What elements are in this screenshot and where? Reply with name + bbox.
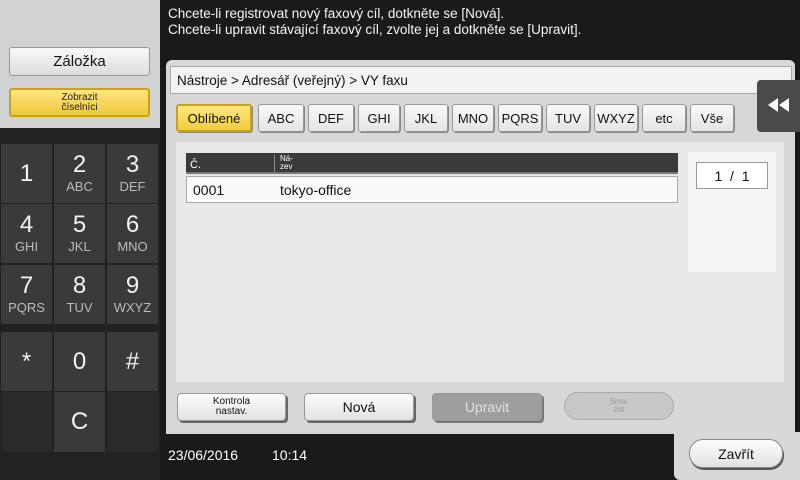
key-digit: 8 [72, 272, 87, 299]
tab-def[interactable]: DEF [308, 104, 354, 132]
row-name: tokyo-office [280, 182, 352, 198]
numeric-keypad: 1 2 ABC 3 DEF 4 GHI 5 JKL 6 MNO 7 PQRS 8 TUV 9 WXYZ * 0 # C [0, 140, 160, 480]
status-time: 10:14 [272, 447, 308, 463]
tab-mno[interactable]: MNO [452, 104, 494, 132]
key-digit: 3 [125, 151, 140, 178]
new-button[interactable]: Nová [304, 393, 414, 421]
key-digit: 1 [19, 159, 34, 187]
edit-button[interactable]: Upravit [432, 393, 542, 421]
instruction-line-2: Chcete-li upravit stávající faxový cíl, … [168, 22, 582, 37]
column-name-header: Ná-zev [280, 154, 293, 171]
key-letters: GHI [14, 239, 39, 254]
show-keypad-button[interactable]: Zobrazit číselníci [9, 88, 150, 117]
tab-abc[interactable]: ABC [258, 104, 304, 132]
key-digit: 0 [72, 347, 87, 375]
bookmark-button[interactable]: Záložka [9, 47, 150, 76]
tab-oblíbené[interactable]: Oblíbené [176, 104, 252, 132]
close-button[interactable]: Zavřít [689, 439, 783, 468]
collapse-panel-button[interactable] [757, 80, 800, 132]
key-digit: 6 [125, 211, 140, 238]
tab-ghi[interactable]: GHI [358, 104, 400, 132]
keypad-key-6[interactable]: 6 MNO [107, 204, 158, 263]
keypad-key-4[interactable]: 4 GHI [1, 204, 52, 263]
key-digit: 7 [19, 272, 34, 299]
keypad-clear-button[interactable]: C [54, 392, 105, 452]
keypad-key-hash[interactable]: # [107, 332, 158, 391]
key-digit: 9 [125, 272, 140, 299]
delete-button[interactable]: Sma-zat [564, 392, 674, 420]
key-digit: 5 [72, 211, 87, 238]
tab-etc[interactable]: etc [642, 104, 686, 132]
key-letters: TUV [66, 300, 93, 315]
key-digit: C [70, 408, 89, 435]
keypad-key-0[interactable]: 0 [54, 332, 105, 391]
show-keypad-label: Zobrazit číselníci [61, 91, 98, 113]
keypad-blank [1, 392, 52, 452]
check-settings-button[interactable]: Kontrola nastav. [177, 393, 286, 421]
key-digit: 4 [19, 211, 34, 238]
table-row[interactable]: 0001 tokyo-office [186, 176, 678, 203]
list-header: Č. Ná-zev [186, 153, 678, 174]
key-letters: DEF [119, 179, 146, 194]
double-chevron-left-icon [767, 96, 790, 117]
key-letters: MNO [117, 239, 148, 254]
keypad-key-7[interactable]: 7 PQRS [1, 265, 52, 324]
key-letters: WXYZ [113, 300, 152, 315]
row-number: 0001 [193, 182, 225, 198]
key-digit: # [125, 347, 140, 375]
key-digit: * [21, 347, 32, 375]
tab-pqrs[interactable]: PQRS [498, 104, 542, 132]
key-letters: PQRS [8, 300, 45, 315]
column-number-header: Č. [190, 159, 201, 171]
tab-tuv[interactable]: TUV [546, 104, 590, 132]
column-separator [274, 155, 275, 172]
key-letters: JKL [68, 239, 91, 254]
breadcrumb: Nástroje > Adresář (veřejný) > VY faxu [177, 73, 408, 88]
page-indicator: 1 / 1 [696, 162, 768, 189]
keypad-key-5[interactable]: 5 JKL [54, 204, 105, 263]
keypad-key-2[interactable]: 2 ABC [54, 144, 105, 203]
keypad-blank [107, 392, 158, 452]
keypad-key-1[interactable]: 1 [1, 144, 52, 203]
breadcrumb-bar: Nástroje > Adresář (veřejný) > VY faxu [170, 66, 792, 94]
tab-vše[interactable]: Vše [690, 104, 734, 132]
status-date: 23/06/2016 [168, 447, 239, 463]
left-top-area: Záložka Zobrazit číselníci [0, 0, 160, 128]
key-digit: 2 [72, 151, 87, 178]
keypad-key-8[interactable]: 8 TUV [54, 265, 105, 324]
key-letters: ABC [66, 179, 93, 194]
instruction-line-1: Chcete-li registrovat nový faxový cíl, d… [168, 6, 505, 21]
instruction-message: Chcete-li registrovat nový faxový cíl, d… [168, 6, 793, 38]
tab-jkl[interactable]: JKL [404, 104, 448, 132]
tab-wxyz[interactable]: WXYZ [594, 104, 638, 132]
keypad-key-9[interactable]: 9 WXYZ [107, 265, 158, 324]
keypad-key-3[interactable]: 3 DEF [107, 144, 158, 203]
keypad-key-asterisk[interactable]: * [1, 332, 52, 391]
left-panel: Záložka Zobrazit číselníci 1 2 ABC 3 DEF 4 GHI… [0, 0, 160, 480]
